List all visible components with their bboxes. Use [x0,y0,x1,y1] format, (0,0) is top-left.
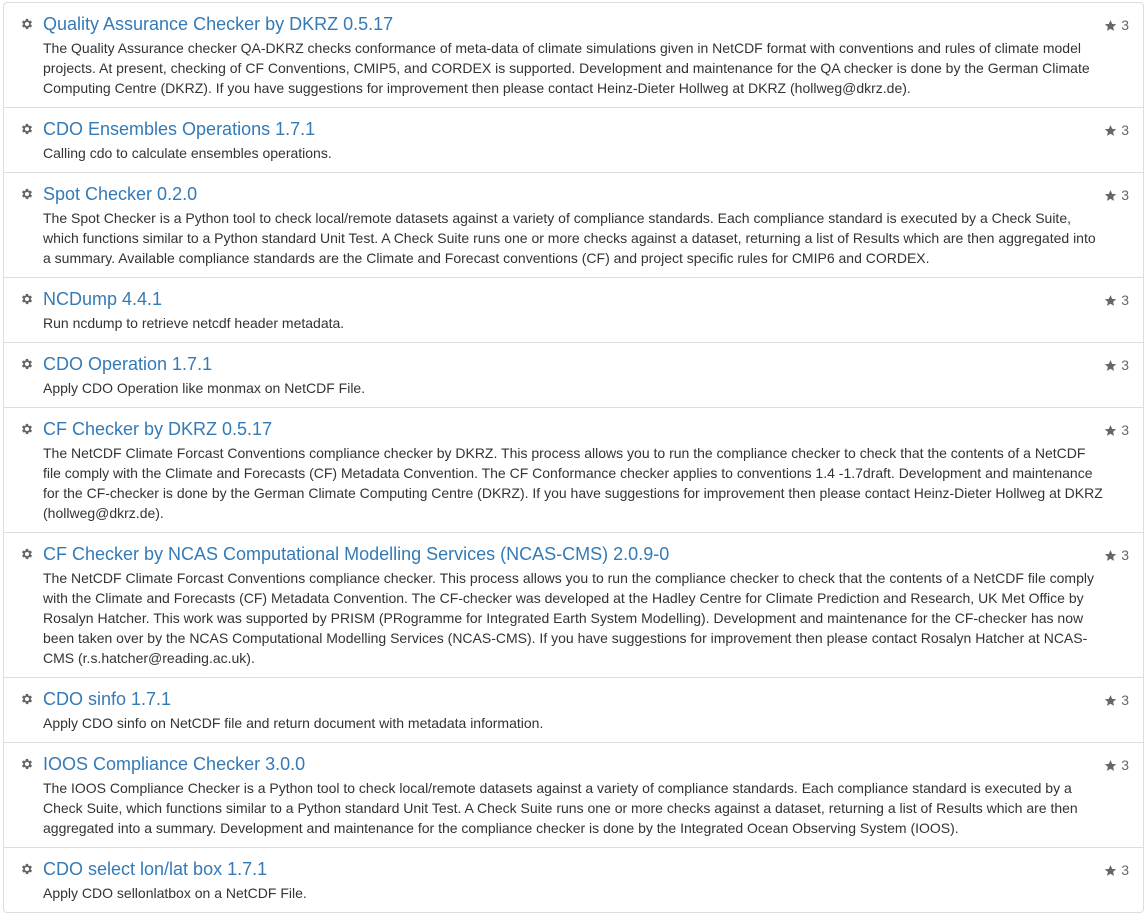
gear-icon [20,422,34,436]
star-icon [1105,694,1117,706]
star-count: 3 [1121,357,1129,373]
star-count: 3 [1121,547,1129,563]
process-description: Apply CDO sinfo on NetCDF file and retur… [43,715,544,731]
star-icon [1105,294,1117,306]
list-item: CDO sinfo 1.7.1 Apply CDO sinfo on NetCD… [4,677,1143,742]
process-description: Calling cdo to calculate ensembles opera… [43,145,332,161]
list-item: Spot Checker 0.2.0 The Spot Checker is a… [4,172,1143,277]
star-rating: 3 [1104,545,1129,565]
process-list: Quality Assurance Checker by DKRZ 0.5.17… [3,2,1144,913]
star-rating: 3 [1104,860,1129,880]
star-icon [1105,549,1117,561]
star-icon [1105,864,1117,876]
process-description: The Quality Assurance checker QA-DKRZ ch… [43,40,1090,96]
gear-icon [20,292,34,306]
gear-icon [20,862,34,876]
star-rating: 3 [1104,355,1129,375]
process-title-link[interactable]: CDO select lon/lat box 1.7.1 [43,857,1103,881]
gear-icon [20,357,34,371]
star-icon [1105,759,1117,771]
star-icon [1105,359,1117,371]
star-count: 3 [1121,17,1129,33]
process-title-link[interactable]: CDO sinfo 1.7.1 [43,687,1103,711]
gear-icon [20,187,34,201]
star-icon [1105,424,1117,436]
star-count: 3 [1121,692,1129,708]
gear-icon [20,17,34,31]
process-description: The NetCDF Climate Forcast Conventions c… [43,570,1094,666]
process-title-link[interactable]: CF Checker by NCAS Computational Modelli… [43,542,1103,566]
process-description: Apply CDO Operation like monmax on NetCD… [43,380,366,396]
list-item: Quality Assurance Checker by DKRZ 0.5.17… [4,3,1143,107]
star-icon [1105,124,1117,136]
gear-icon [20,692,34,706]
process-description: Apply CDO sellonlatbox on a NetCDF File. [43,885,307,901]
star-rating: 3 [1104,290,1129,310]
gear-icon [20,122,34,136]
process-title-link[interactable]: IOOS Compliance Checker 3.0.0 [43,752,1103,776]
process-description: The IOOS Compliance Checker is a Python … [43,780,1078,836]
list-item: NCDump 4.4.1 Run ncdump to retrieve netc… [4,277,1143,342]
process-description: The NetCDF Climate Forcast Conventions c… [43,445,1103,521]
list-item: CDO select lon/lat box 1.7.1 Apply CDO s… [4,847,1143,912]
star-icon [1105,189,1117,201]
star-rating: 3 [1104,755,1129,775]
star-count: 3 [1121,122,1129,138]
list-item: CF Checker by NCAS Computational Modelli… [4,532,1143,677]
star-rating: 3 [1104,420,1129,440]
process-title-link[interactable]: CF Checker by DKRZ 0.5.17 [43,417,1103,441]
process-title-link[interactable]: NCDump 4.4.1 [43,287,1103,311]
star-rating: 3 [1104,15,1129,35]
star-count: 3 [1121,862,1129,878]
gear-icon [20,757,34,771]
process-description: The Spot Checker is a Python tool to che… [43,210,1096,266]
process-title-link[interactable]: Spot Checker 0.2.0 [43,182,1103,206]
star-count: 3 [1121,422,1129,438]
star-rating: 3 [1104,120,1129,140]
star-count: 3 [1121,187,1129,203]
process-title-link[interactable]: CDO Ensembles Operations 1.7.1 [43,117,1103,141]
star-count: 3 [1121,292,1129,308]
gear-icon [20,547,34,561]
process-description: Run ncdump to retrieve netcdf header met… [43,315,345,331]
star-rating: 3 [1104,185,1129,205]
star-count: 3 [1121,757,1129,773]
process-title-link[interactable]: Quality Assurance Checker by DKRZ 0.5.17 [43,12,1103,36]
list-item: CDO Operation 1.7.1 Apply CDO Operation … [4,342,1143,407]
star-icon [1105,19,1117,31]
list-item: IOOS Compliance Checker 3.0.0 The IOOS C… [4,742,1143,847]
star-rating: 3 [1104,690,1129,710]
process-title-link[interactable]: CDO Operation 1.7.1 [43,352,1103,376]
list-item: CF Checker by DKRZ 0.5.17 The NetCDF Cli… [4,407,1143,532]
list-item: CDO Ensembles Operations 1.7.1 Calling c… [4,107,1143,172]
